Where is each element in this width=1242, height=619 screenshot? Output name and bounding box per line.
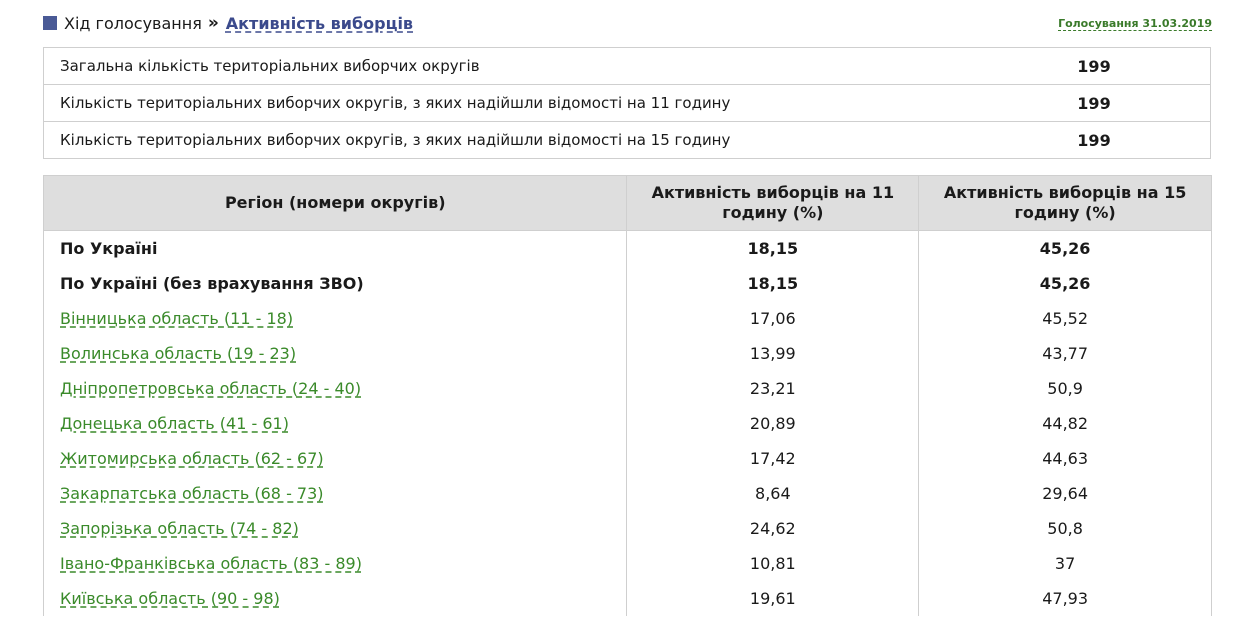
summary-value: 199 [1077, 56, 1111, 76]
cell-h15: 37 [918, 546, 1212, 581]
summary-row: Кількість територіальних виборчих округі… [44, 84, 1210, 121]
cell-h11: 10,81 [626, 546, 920, 581]
cell-h15: 47,93 [918, 581, 1212, 616]
cell-h15: 29,64 [918, 476, 1212, 511]
summary-label: Загальна кількість територіальних виборч… [60, 57, 480, 75]
summary-value: 199 [1077, 93, 1111, 113]
breadcrumb-square-icon [43, 16, 57, 30]
region-link[interactable]: Закарпатська область (68 - 73) [60, 484, 324, 503]
cell-h11: 17,42 [626, 441, 920, 476]
cell-h11: 17,06 [626, 301, 920, 336]
total-row: По Україні 18,15 45,26 [42, 230, 1212, 266]
summary-label: Кількість територіальних виборчих округі… [60, 131, 731, 149]
cell-h15: 43,77 [918, 336, 1212, 371]
cell-h15: 44,63 [918, 441, 1212, 476]
table-row: Вінницька область (11 - 18) 17,06 45,52 [42, 301, 1212, 336]
breadcrumb-separator: » [207, 13, 219, 33]
cell-h11: 8,64 [626, 476, 920, 511]
header-region: Регіон (номери округів) [42, 175, 628, 231]
cell-h15: 44,82 [918, 406, 1212, 441]
table-row: Донецька область (41 - 61) 20,89 44,82 [42, 406, 1212, 441]
breadcrumb: Хід голосування » Активність виборців [43, 12, 413, 34]
total-row: По Україні (без врахування ЗВО) 18,15 45… [42, 266, 1212, 301]
table-header-row: Регіон (номери округів) Активність вибор… [42, 175, 1212, 231]
summary-row: Загальна кількість територіальних виборч… [44, 48, 1210, 84]
total-h11: 18,15 [626, 266, 920, 301]
cell-h11: 13,99 [626, 336, 920, 371]
total-h15: 45,26 [918, 230, 1212, 266]
region-link[interactable]: Вінницька область (11 - 18) [60, 309, 293, 328]
cell-h11: 23,21 [626, 371, 920, 406]
total-region: По Україні [42, 230, 628, 266]
region-link[interactable]: Київська область (90 - 98) [60, 589, 280, 608]
breadcrumb-current[interactable]: Активність виборців [226, 14, 413, 33]
region-link[interactable]: Донецька область (41 - 61) [60, 414, 289, 433]
cell-h11: 20,89 [626, 406, 920, 441]
vote-date-link[interactable]: Голосування 31.03.2019 [1058, 17, 1212, 31]
breadcrumb-parent[interactable]: Хід голосування [64, 14, 202, 33]
cell-h11: 19,61 [626, 581, 920, 616]
total-h15: 45,26 [918, 266, 1212, 301]
cell-h15: 50,8 [918, 511, 1212, 546]
table-row: Запорізька область (74 - 82) 24,62 50,8 [42, 511, 1212, 546]
summary-box: Загальна кількість територіальних виборч… [43, 47, 1211, 159]
header-activity-15: Активність виборців на 15 годину (%) [918, 175, 1212, 231]
activity-table: Регіон (номери округів) Активність вибор… [42, 175, 1212, 616]
table-row: Дніпропетровська область (24 - 40) 23,21… [42, 371, 1212, 406]
table-row: Волинська область (19 - 23) 13,99 43,77 [42, 336, 1212, 371]
total-h11: 18,15 [626, 230, 920, 266]
table-row: Закарпатська область (68 - 73) 8,64 29,6… [42, 476, 1212, 511]
header-activity-11: Активність виборців на 11 годину (%) [626, 175, 920, 231]
region-link[interactable]: Івано-Франківська область (83 - 89) [60, 554, 362, 573]
region-link[interactable]: Волинська область (19 - 23) [60, 344, 296, 363]
region-link[interactable]: Запорізька область (74 - 82) [60, 519, 299, 538]
summary-row: Кількість територіальних виборчих округі… [44, 121, 1210, 158]
region-link[interactable]: Житомирська область (62 - 67) [60, 449, 324, 468]
cell-h11: 24,62 [626, 511, 920, 546]
region-link[interactable]: Дніпропетровська область (24 - 40) [60, 379, 361, 398]
summary-label: Кількість територіальних виборчих округі… [60, 94, 731, 112]
cell-h15: 45,52 [918, 301, 1212, 336]
summary-value: 199 [1077, 130, 1111, 150]
table-row: Івано-Франківська область (83 - 89) 10,8… [42, 546, 1212, 581]
cell-h15: 50,9 [918, 371, 1212, 406]
total-region: По Україні (без врахування ЗВО) [42, 266, 628, 301]
table-row: Київська область (90 - 98) 19,61 47,93 [42, 581, 1212, 616]
table-row: Житомирська область (62 - 67) 17,42 44,6… [42, 441, 1212, 476]
